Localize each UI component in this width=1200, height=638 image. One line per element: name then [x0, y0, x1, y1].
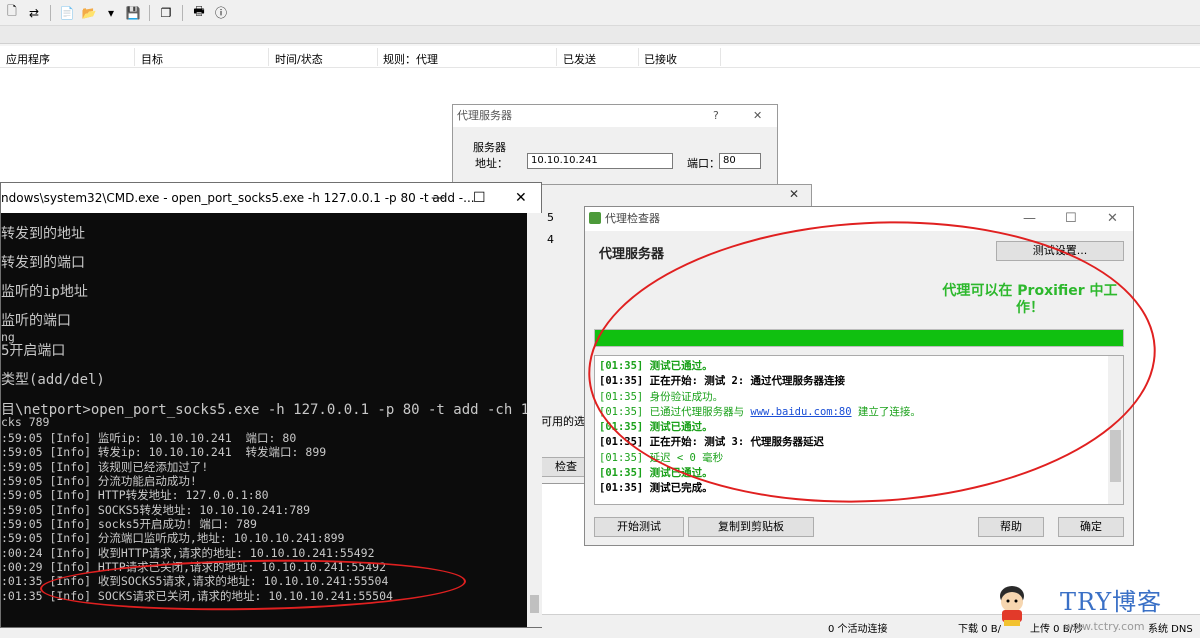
- col-target[interactable]: 目标: [141, 51, 163, 67]
- log-line: [01:35] 测试已通过。: [599, 421, 713, 433]
- log-line: [01:35] 测试已通过。: [599, 360, 713, 372]
- log-line: [01:35] 测试已完成。: [599, 482, 713, 494]
- close-icon[interactable]: ✕: [1107, 207, 1118, 231]
- scroll-thumb[interactable]: [530, 595, 539, 613]
- address-input[interactable]: 10.10.10.241: [527, 153, 673, 169]
- console-log-line: :59:05 [Info] HTTP转发地址: 127.0.0.1:80: [1, 488, 269, 502]
- test-settings-button[interactable]: 测试设置...: [996, 241, 1124, 261]
- secondary-toolbar: [0, 26, 1200, 44]
- print-icon[interactable]: 🖶: [191, 4, 207, 21]
- col-sent[interactable]: 已发送: [563, 51, 596, 67]
- console-line: 监听的ip地址: [1, 284, 88, 300]
- toolbar-divider: [149, 4, 150, 21]
- console-line: 监听的端口: [1, 313, 71, 329]
- cmd-scrollbar[interactable]: [527, 213, 542, 627]
- col-rule-proxy[interactable]: 规则：代理: [383, 51, 438, 67]
- active-connections: 0 个活动连接: [828, 624, 888, 635]
- partial-label-4: 4: [547, 233, 554, 246]
- success-message: 代理可以在 Proxifier 中工作！: [942, 283, 1118, 316]
- console-line: 转发到的端口: [1, 255, 85, 271]
- console-command: 目\netport>open_port_socks5.exe -h 127.0.…: [1, 402, 527, 418]
- console-line: 5开启端口: [1, 343, 66, 359]
- brand-text: TRY博客: [1060, 588, 1163, 616]
- open-folder-icon[interactable]: 📂: [81, 5, 97, 21]
- col-application[interactable]: 应用程序: [6, 51, 50, 67]
- checker-title: 代理检查器: [605, 212, 660, 225]
- connections-table-header: 应用程序 目标 时间/状态 规则：代理 已发送 已接收: [0, 46, 1200, 68]
- console-line: 转发到的地址: [1, 226, 85, 242]
- connection-icon[interactable]: ⇄: [26, 5, 42, 21]
- watermark-logo: TRY博客 www.tctry.com: [984, 578, 1200, 638]
- proxifier-icon: [589, 212, 601, 224]
- col-received[interactable]: 已接收: [644, 51, 677, 67]
- baidu-link[interactable]: www.baidu.com:80: [750, 406, 851, 418]
- dropdown-icon[interactable]: ▾: [103, 5, 119, 21]
- cmd-title-bar: ndows\system32\CMD.exe - open_port_socks…: [1, 183, 541, 213]
- main-toolbar: 🗋 ⇄ 📄 📂 ▾ 💾 ❐ 🖶 ⓘ: [0, 0, 1200, 26]
- log-line: [01:35] 身份验证成功。: [599, 391, 724, 403]
- cmd-title: ndows\system32\CMD.exe - open_port_socks…: [1, 191, 475, 205]
- help-button[interactable]: ?: [713, 105, 719, 127]
- save-icon[interactable]: 💾: [125, 5, 141, 21]
- log-line: [01:35] 延迟 < 0 毫秒: [599, 452, 724, 464]
- log-scrollbar[interactable]: [1108, 356, 1123, 504]
- col-time-status[interactable]: 时间/状态: [275, 51, 323, 67]
- server-group-label: 服务器: [473, 141, 506, 154]
- proxy-checker-dialog: 代理检查器 — ☐ ✕ 代理服务器 测试设置... 代理可以在 Proxifie…: [584, 206, 1134, 546]
- maximize-icon[interactable]: ☐: [1065, 207, 1077, 231]
- console-line: cks 789: [1, 415, 50, 429]
- copy-icon[interactable]: ❐: [158, 5, 174, 21]
- copy-clipboard-button[interactable]: 复制到剪贴板: [688, 517, 814, 537]
- new-file-icon[interactable]: 📄: [59, 5, 75, 21]
- log-line: [01:35] 正在开始: 测试 2: 通过代理服务器连接: [599, 375, 846, 387]
- partial-available-label: 可用的选: [541, 415, 585, 428]
- toolbar-divider: [182, 4, 183, 21]
- close-icon[interactable]: ✕: [753, 105, 762, 127]
- partial-label-5: 5: [547, 211, 554, 224]
- address-label: 地址：: [475, 157, 508, 170]
- log-line: [01:35] 测试已通过。: [599, 467, 713, 479]
- close-icon[interactable]: ✕: [515, 183, 527, 213]
- cartoon-mascot-icon: [1000, 586, 1024, 626]
- console-log-line: :01:35 [Info] 收到SOCKS5请求,请求的地址: 10.10.10…: [1, 574, 389, 588]
- test-log[interactable]: [01:35] 测试已通过。 [01:35] 正在开始: 测试 2: 通过代理服…: [594, 355, 1124, 505]
- cmd-window: ndows\system32\CMD.exe - open_port_socks…: [0, 182, 542, 628]
- console-log-line: :59:05 [Info] 分流端口监听成功,地址: 10.10.10.241:…: [1, 531, 345, 545]
- maximize-icon[interactable]: ☐: [473, 183, 486, 213]
- minimize-icon[interactable]: —: [1023, 207, 1036, 231]
- dialog-title-bar: 代理服务器 ? ✕: [453, 105, 777, 127]
- help-icon[interactable]: ⓘ: [213, 5, 229, 21]
- checker-heading: 代理服务器: [599, 247, 665, 262]
- scroll-thumb[interactable]: [1110, 430, 1121, 482]
- toolbar-divider: [50, 4, 51, 21]
- help-button[interactable]: 帮助: [978, 517, 1044, 537]
- profile-icon[interactable]: 🗋: [4, 4, 20, 21]
- ok-button[interactable]: 确定: [1058, 517, 1124, 537]
- checker-title-bar: 代理检查器 — ☐ ✕: [585, 207, 1133, 231]
- console-line: 类型(add/del): [1, 372, 105, 388]
- console-log-line: :01:35 [Info] SOCKS请求已关闭,请求的地址: 10.10.10…: [1, 589, 393, 603]
- minimize-icon[interactable]: —: [431, 183, 445, 213]
- dialog-title: 代理服务器: [457, 109, 512, 122]
- port-label: 端口：: [687, 157, 720, 170]
- log-line: [01:35] 已通过代理服务器与 www.baidu.com:80 建立了连接…: [599, 406, 921, 418]
- cmd-output[interactable]: 转发到的地址 转发到的端口 监听的ip地址 监听的端口 ng 5开启端口 类型(…: [1, 213, 527, 627]
- brand-url: www.tctry.com: [1064, 620, 1145, 633]
- log-line: [01:35] 正在开始: 测试 3: 代理服务器延迟: [599, 436, 825, 448]
- test-progress-bar: [594, 329, 1124, 347]
- progress-fill: [595, 330, 1123, 346]
- close-icon[interactable]: ✕: [789, 187, 799, 201]
- console-log-line: :59:05 [Info] 转发ip: 10.10.10.241 转发端口: 8…: [1, 445, 327, 459]
- port-input[interactable]: 80: [719, 153, 761, 169]
- start-test-button[interactable]: 开始测试: [594, 517, 684, 537]
